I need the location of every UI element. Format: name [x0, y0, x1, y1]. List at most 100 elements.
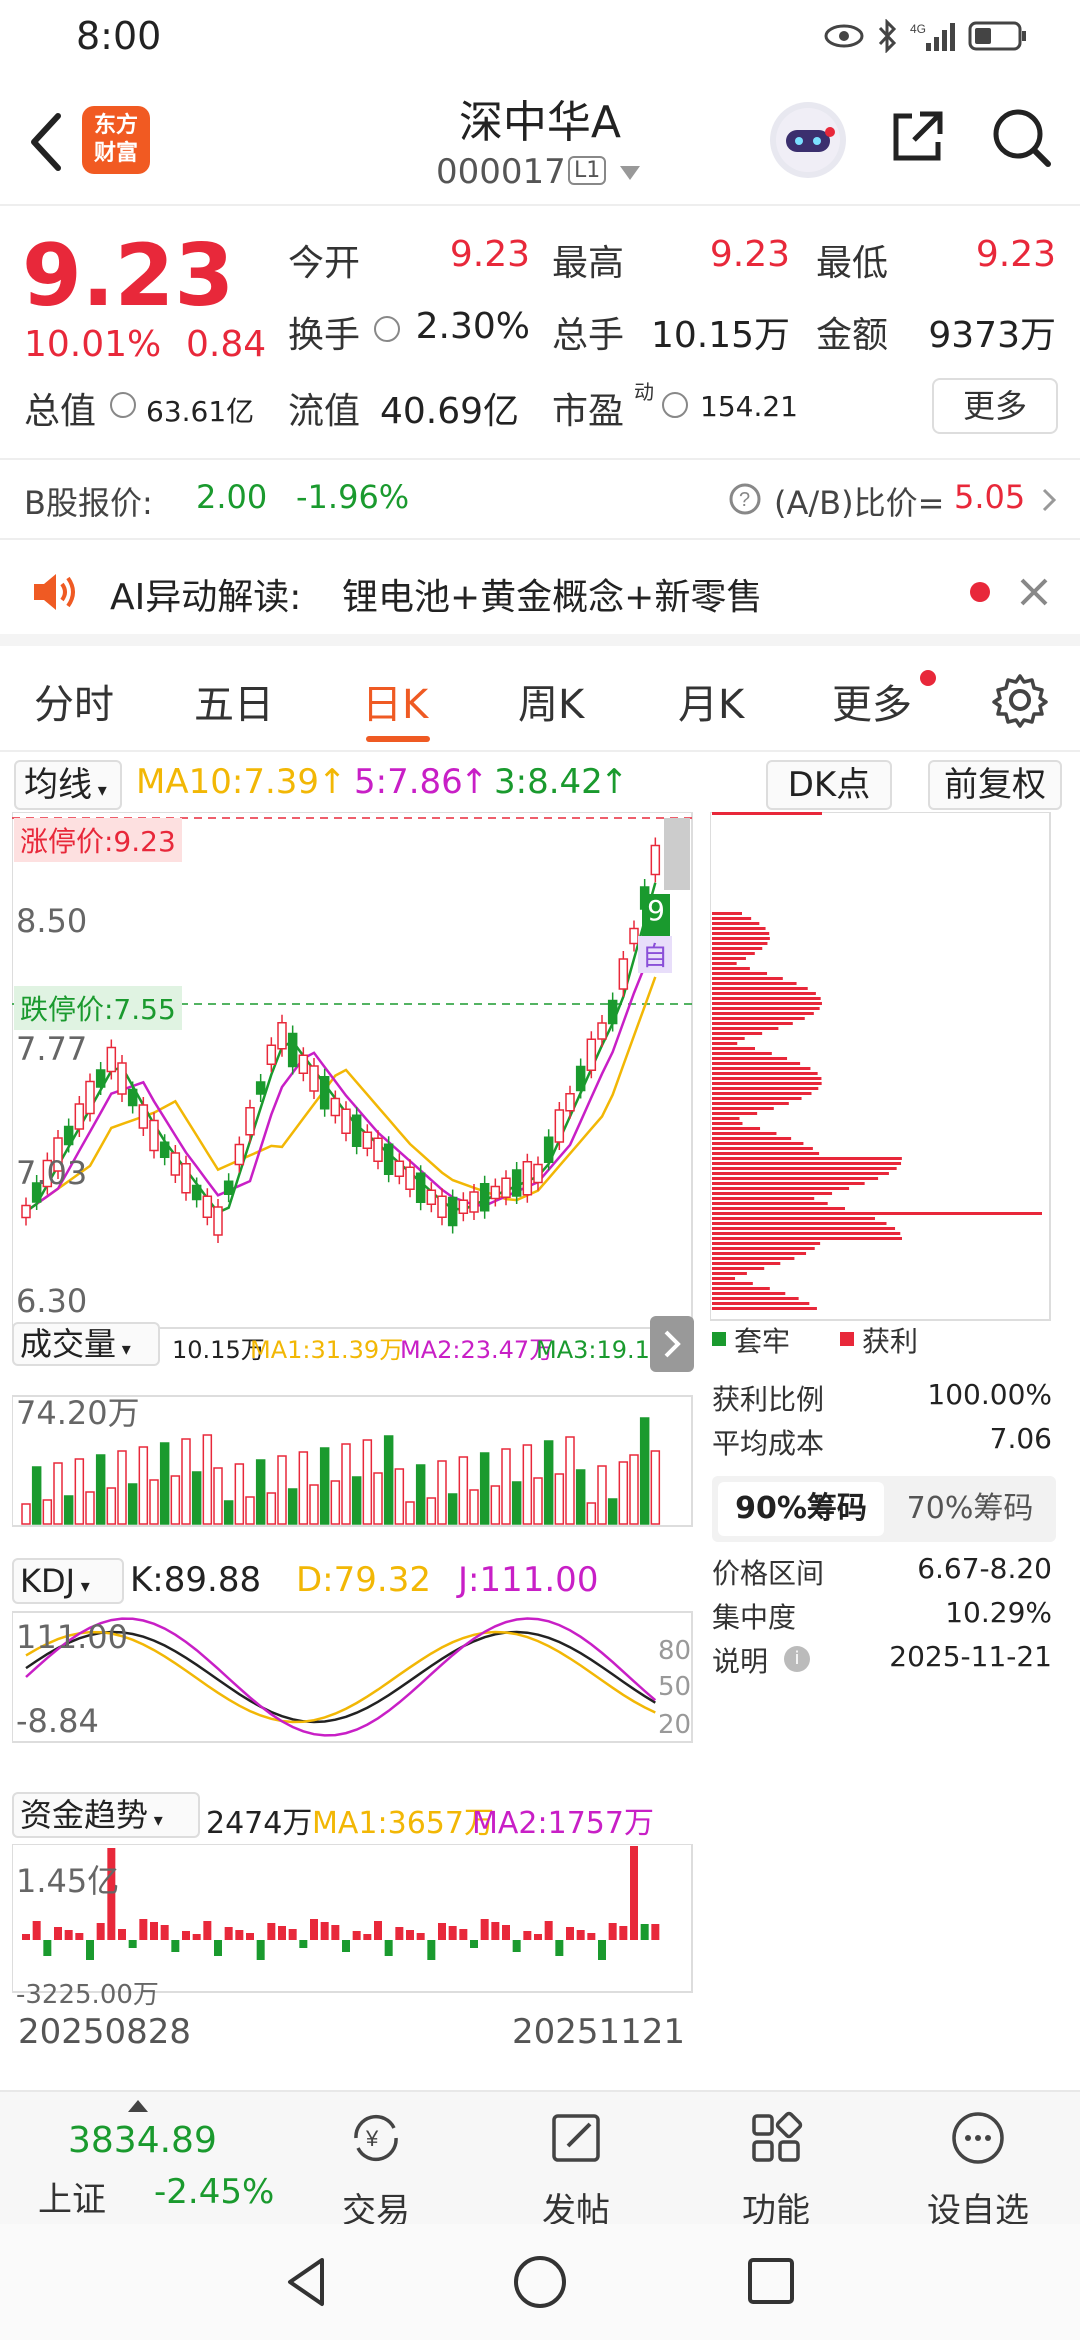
candle — [149, 1119, 159, 1152]
volume-bar — [309, 1484, 319, 1525]
post-button[interactable]: 发帖 — [516, 2108, 636, 2232]
chip-bar — [712, 1272, 747, 1275]
volume-select[interactable]: 成交量 ▾ — [12, 1322, 160, 1366]
chevron-down-icon[interactable] — [620, 166, 640, 180]
b-share-price: 2.00 — [196, 478, 268, 516]
candle — [202, 1195, 213, 1218]
volume-bar — [639, 1417, 650, 1525]
chip-bar — [712, 1242, 821, 1245]
chip-bar — [712, 1147, 813, 1150]
chip-bar — [712, 1227, 896, 1230]
profit-ratio-label: 获利比例 — [712, 1383, 825, 1416]
functions-button[interactable]: 功能 — [716, 2108, 836, 2232]
volume-bar — [255, 1459, 266, 1525]
fund-bar — [182, 1931, 190, 1940]
fund-select[interactable]: 资金趋势 ▾ — [12, 1792, 200, 1838]
tab-five-day[interactable]: 五日 — [194, 672, 274, 730]
battery-icon — [968, 21, 1026, 51]
ai-alert-row[interactable]: AI异动解读: 锂电池+黄金概念+新零售 — [0, 540, 1080, 646]
info-icon[interactable]: i — [784, 1646, 810, 1672]
fund-bar — [96, 1923, 105, 1940]
chip-bar — [712, 1047, 755, 1050]
fund-bar — [310, 1919, 318, 1940]
settings-gear-icon[interactable] — [992, 672, 1048, 728]
open-label: 今开 — [288, 243, 361, 284]
chip-tab-70[interactable]: 70%筹码 — [890, 1482, 1050, 1536]
kdj-select[interactable]: KDJ ▾ — [12, 1558, 124, 1604]
volume-bar — [170, 1475, 181, 1525]
nav-back-icon[interactable] — [282, 2254, 332, 2310]
more-button[interactable]: 更多 — [932, 378, 1058, 434]
fund-bar — [128, 1940, 137, 1948]
tab-daily-k[interactable]: 日K — [362, 672, 428, 730]
chip-distribution-chart[interactable] — [710, 812, 1052, 1322]
adjust-button[interactable]: 前复权 — [928, 760, 1062, 810]
chip-bar — [712, 1002, 822, 1005]
eye-icon — [824, 24, 864, 48]
chip-bar — [712, 937, 770, 940]
tab-monthly-k[interactable]: 月K — [678, 672, 744, 730]
indicator-select-label: 均线 — [24, 765, 92, 805]
fund-bar — [374, 1921, 382, 1940]
mktcap-value: 63.61亿 — [146, 395, 255, 428]
tab-intraday[interactable]: 分时 — [34, 672, 114, 730]
fund-bar — [192, 1934, 201, 1940]
candle — [85, 1080, 95, 1115]
amount-value: 9373万 — [928, 315, 1056, 356]
volume-bar — [533, 1477, 543, 1525]
info-icon[interactable] — [374, 316, 400, 342]
nav-recents-icon[interactable] — [746, 2256, 796, 2306]
fund-bar — [203, 1921, 212, 1940]
system-nav-bar — [0, 2224, 1080, 2340]
help-icon[interactable]: ? — [728, 482, 762, 516]
search-icon[interactable] — [988, 104, 1054, 170]
collapse-button[interactable] — [650, 1316, 694, 1372]
stock-code[interactable]: 000017 — [436, 152, 566, 192]
tab-weekly-k[interactable]: 周K — [518, 672, 584, 730]
price-tick: 6.30 — [16, 1282, 88, 1320]
fund-bar — [640, 1924, 649, 1940]
indicator-select[interactable]: 均线 ▾ — [14, 760, 122, 810]
candle — [650, 844, 661, 876]
fund-bar — [75, 1933, 84, 1940]
fund-bar — [139, 1919, 148, 1940]
chip-tab-90[interactable]: 90%筹码 — [718, 1482, 884, 1536]
chip-bar — [712, 1167, 897, 1170]
share-icon[interactable] — [886, 104, 950, 168]
b-share-row[interactable]: B股报价: 2.00 -1.96% ? (A/B)比价= 5.05 — [0, 460, 1080, 540]
volume-bar — [586, 1502, 597, 1525]
info-icon[interactable] — [110, 392, 136, 418]
kdj-level: 20 — [658, 1710, 692, 1740]
chip-bar — [712, 1307, 817, 1310]
volume-bar — [298, 1451, 309, 1525]
nav-home-icon[interactable] — [512, 2254, 568, 2310]
chip-bar — [712, 997, 821, 1000]
chevron-up-icon[interactable] — [128, 2100, 148, 2112]
chip-bar — [712, 947, 763, 950]
fund-bar — [171, 1940, 180, 1952]
add-watchlist-button[interactable]: 设自选 — [918, 2108, 1038, 2232]
volume-ma1: MA1:31.39万 — [250, 1336, 404, 1364]
volume-label: 总手 — [552, 315, 625, 356]
fund-bar — [608, 1923, 617, 1940]
info-icon[interactable] — [662, 392, 688, 418]
tab-more[interactable]: 更多 — [832, 672, 912, 730]
dk-point-button[interactable]: DK点 — [766, 760, 892, 810]
candle — [394, 1160, 405, 1177]
candle — [117, 1062, 127, 1095]
candle — [74, 1103, 85, 1130]
profit-ratio-value: 100.00% — [927, 1378, 1052, 1411]
close-icon[interactable] — [1016, 574, 1052, 610]
limit-down-label: 跌停价:7.55 — [14, 986, 182, 1030]
candle — [415, 1172, 426, 1203]
chip-bar — [712, 1197, 815, 1200]
chip-bar — [712, 1032, 763, 1035]
fund-bar — [256, 1940, 265, 1960]
index-value[interactable]: 3834.89 — [68, 2120, 217, 2161]
pe-label: 市盈 — [552, 391, 625, 432]
volume-bar — [511, 1481, 522, 1525]
ai-robot-icon[interactable] — [770, 102, 846, 178]
signal-icon: 4G — [910, 22, 955, 51]
trade-button[interactable]: ¥ 交易 — [316, 2108, 436, 2232]
unread-dot — [970, 582, 990, 602]
